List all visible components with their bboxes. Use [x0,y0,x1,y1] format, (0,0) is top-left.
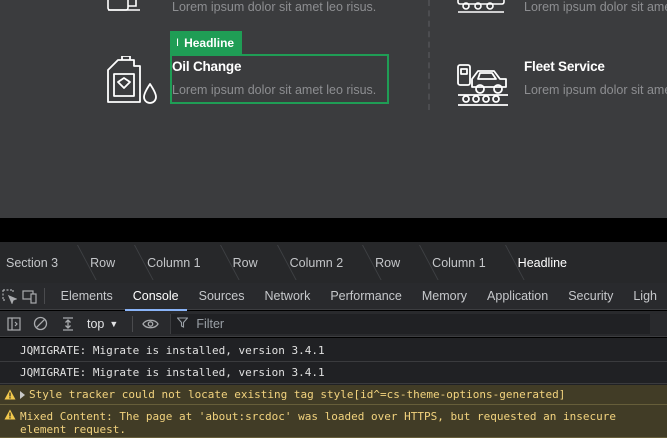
tab-network[interactable]: Network [254,283,320,310]
tab-console[interactable]: Console [123,283,189,311]
page-preview-canvas: Lorem ipsum dolor sit amet leo risus. Lo… [0,0,667,218]
filter-placeholder: Filter [196,316,225,331]
breadcrumb-item-current[interactable]: Headline [512,242,593,283]
filter-funnel-icon [176,316,190,331]
tab-application[interactable]: Application [477,283,558,310]
selected-element-outline [170,54,389,104]
tab-elements[interactable]: Elements [51,283,123,310]
chevron-down-icon: ▼ [109,318,119,329]
context-label: top [87,316,105,331]
column-divider [428,0,430,110]
devtools-tab-bar: Elements Console Sources Network Perform… [0,283,667,311]
builder-breadcrumb: Section 3 Row Column 1 Row Column 2 Row … [0,242,667,283]
console-warning[interactable]: Mixed Content: The page at 'about:srcdoc… [0,405,667,438]
live-expression-eye-icon[interactable] [137,311,164,337]
feature-title[interactable]: Fleet Service [524,59,667,74]
console-message[interactable]: JQMIGRATE: Migrate is installed, version… [0,362,667,384]
top-right-icon [456,0,508,16]
tab-security[interactable]: Security [558,283,623,310]
inspect-element-icon[interactable] [0,283,20,310]
text-cursor-icon: I [176,36,180,49]
headline-element-badge[interactable]: I Headline [170,31,243,54]
console-message-text: Style tracker could not locate existing … [29,388,566,401]
top-left-feature: Lorem ipsum dolor sit amet leo risus. [172,0,376,14]
breadcrumb-item[interactable]: Row [84,242,141,283]
console-message-text: JQMIGRATE: Migrate is installed, version… [20,366,325,379]
sidebar-toggle-icon[interactable] [0,311,27,337]
top-right-feature: Lorem ipsum dolor sit amet leo risus. [524,0,667,14]
breadcrumb-item[interactable]: Row [369,242,426,283]
clear-console-icon[interactable] [27,311,54,337]
breadcrumb-item[interactable]: Section 3 [0,242,84,283]
top-left-icon [104,0,156,16]
feature-description: Lorem ipsum dolor sit amet leo risus. [524,83,667,97]
device-toolbar-icon[interactable] [20,283,40,310]
black-gap [0,218,667,242]
expand-caret-icon[interactable] [20,390,25,399]
feature-description: Lorem ipsum dolor sit amet leo risus. [172,0,377,14]
tab-lighthouse[interactable]: Ligh [623,283,667,310]
oil-can-icon [104,56,158,108]
toolbar-separator [132,315,134,332]
fleet-truck-icon [456,55,510,107]
badge-label: Headline [184,35,235,50]
tab-performance[interactable]: Performance [320,283,412,310]
tab-memory[interactable]: Memory [412,283,477,310]
console-warning[interactable]: Style tracker could not locate existing … [0,385,667,405]
console-filter-input[interactable]: Filter [170,313,651,334]
breadcrumb-item[interactable]: Column 1 [141,242,227,283]
console-message[interactable]: JQMIGRATE: Migrate is installed, version… [0,340,667,362]
context-selector[interactable]: top ▼ [81,317,128,331]
console-message-text: Mixed Content: The page at 'about:srcdoc… [20,409,617,436]
breadcrumb-item[interactable]: Row [227,242,284,283]
tab-sources[interactable]: Sources [189,283,255,310]
fleet-service-feature[interactable]: Fleet Service Lorem ipsum dolor sit amet… [524,59,667,97]
console-toolbar: top ▼ Filter [0,311,667,337]
console-output: JQMIGRATE: Migrate is installed, version… [0,338,667,438]
preserve-log-icon[interactable] [54,311,81,337]
breadcrumb-item[interactable]: Column 2 [284,242,370,283]
warning-icon [4,409,16,420]
console-message-text: JQMIGRATE: Migrate is installed, version… [20,344,325,357]
warning-icon [4,389,16,400]
feature-description: Lorem ipsum dolor sit amet leo risus. [524,0,667,14]
breadcrumb-item[interactable]: Column 1 [426,242,512,283]
toolbar-separator [43,288,45,304]
